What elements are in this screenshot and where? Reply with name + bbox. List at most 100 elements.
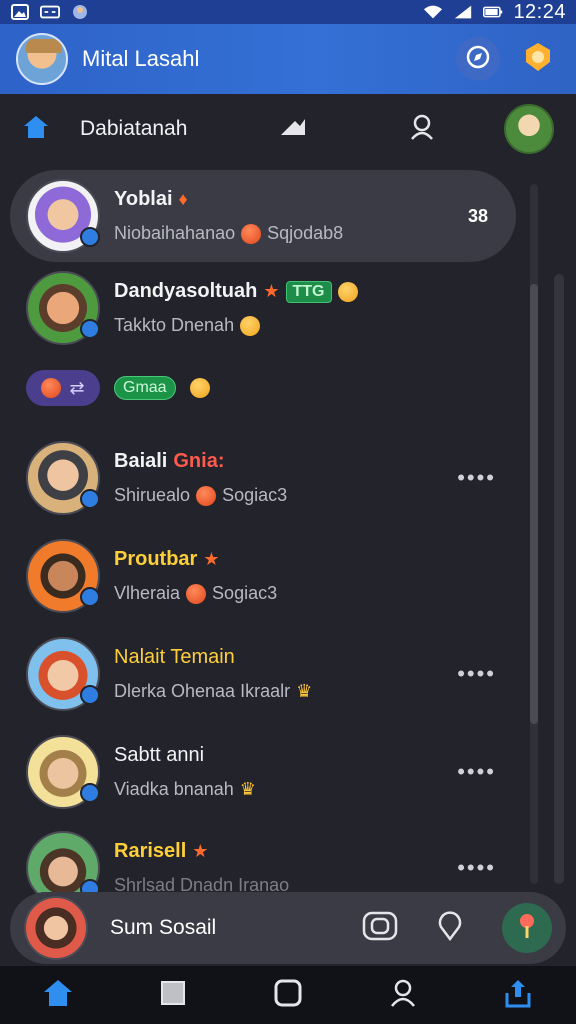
name-label: Sabtt anni xyxy=(114,744,205,766)
list-item-text: Proutbar ★ Vlheraia Sogiac3 xyxy=(114,548,516,604)
subtitle-extra: Sogiac3 xyxy=(222,485,288,505)
list-item-name: Proutbar ★ xyxy=(114,548,516,571)
list-item-subtitle: Shiruealo Sogiac3 xyxy=(114,485,457,506)
emoji-icon xyxy=(337,281,358,302)
emoji-icon xyxy=(241,223,262,244)
compass-chat-icon xyxy=(465,44,491,75)
more-options-icon[interactable]: •••• xyxy=(457,465,496,491)
more-options-icon[interactable]: •••• xyxy=(457,759,496,785)
subtitle-label: Dlerka Ohenaa Ikraalr xyxy=(114,681,291,701)
verified-icon xyxy=(80,489,100,509)
verified-icon xyxy=(80,227,100,247)
share-icon xyxy=(503,977,533,1014)
name-label: Baiali xyxy=(114,450,168,472)
list-item-subtitle: Takkto Dnenah xyxy=(114,315,516,336)
list-item-name: Dandyasoltuah ★ TTG xyxy=(114,280,516,303)
award-badge-button[interactable] xyxy=(516,37,560,81)
emoji-icon xyxy=(41,378,62,398)
map-pin-button[interactable] xyxy=(502,903,552,953)
list-item[interactable]: Baiali Gnia: Shiruealo Sogiac3 •••• xyxy=(10,432,516,524)
avatar xyxy=(26,637,100,711)
crown-icon: ♛ xyxy=(239,779,256,799)
home-icon[interactable] xyxy=(22,114,50,145)
instagram-button[interactable] xyxy=(358,906,402,950)
subtitle-label: Vlheraia xyxy=(114,583,181,603)
avatar xyxy=(26,441,100,515)
list-item-text: Nalait Temain Dlerka Ohenaa Ikraalr ♛ xyxy=(114,646,457,702)
status-chip[interactable]: Gmaa xyxy=(114,376,176,400)
subtitle-label: Takkto Dnenah xyxy=(114,315,235,335)
compass-chat-button[interactable] xyxy=(456,37,500,81)
list-item[interactable]: Nalait Temain Dlerka Ohenaa Ikraalr ♛ •••… xyxy=(10,628,516,720)
header-title: Mital Lasahl xyxy=(82,46,200,71)
emoji-icon xyxy=(196,485,217,506)
nav-profile[interactable] xyxy=(373,970,433,1020)
status-bar: 12:24 xyxy=(0,0,576,24)
name-label: Yoblai xyxy=(114,188,173,210)
instagram-icon xyxy=(362,911,398,946)
avatar xyxy=(26,179,100,253)
subtitle-label: Shiruealo xyxy=(114,485,191,505)
list-item-subtitle: Vlheraia Sogiac3 xyxy=(114,583,516,604)
user-avatar[interactable] xyxy=(16,33,68,85)
nav-square[interactable] xyxy=(258,970,318,1020)
location-button[interactable] xyxy=(428,906,472,950)
side-scroll-rail[interactable] xyxy=(554,274,564,884)
list-item[interactable]: Sabtt anni Viadka bnanah ♛ •••• xyxy=(10,726,516,818)
list-item-text: Sabtt anni Viadka bnanah ♛ xyxy=(114,744,457,800)
list-item[interactable]: Dandyasoltuah ★ TTG Takkto Dnenah xyxy=(10,262,516,354)
emoji-icon xyxy=(186,583,207,604)
list-item-text: Rarisell ★ Shrlsad Dnadn Iranao xyxy=(114,840,457,896)
more-options-icon[interactable]: •••• xyxy=(457,661,496,687)
crown-icon: ♛ xyxy=(296,681,313,701)
status-left xyxy=(10,4,90,20)
list-item-name: Sabtt anni xyxy=(114,744,457,767)
avatar xyxy=(26,271,100,345)
avatar xyxy=(26,735,100,809)
star-icon: ★ xyxy=(263,281,280,301)
notification-avatar-icon xyxy=(70,4,90,20)
list-item-subtitle: Viadka bnanah ♛ xyxy=(114,779,457,800)
unread-count: 38 xyxy=(467,205,488,226)
verified-icon xyxy=(80,319,100,339)
name-extra: Gnia: xyxy=(173,450,225,472)
scrollbar[interactable] xyxy=(530,184,538,884)
swap-icon: ⇄ xyxy=(69,377,85,398)
more-options-icon[interactable]: •••• xyxy=(457,855,496,881)
verified-icon xyxy=(80,783,100,803)
section-title: Dabiatanah xyxy=(80,117,188,140)
square-icon xyxy=(273,978,303,1013)
nav-home[interactable] xyxy=(28,970,88,1020)
list-item-name: Yoblai ♦ xyxy=(114,188,468,211)
verified-icon xyxy=(80,587,100,607)
scrollbar-thumb[interactable] xyxy=(530,284,538,724)
tag-badge: TTG xyxy=(285,280,332,303)
sub-navigation: Dabiatanah xyxy=(0,94,576,164)
mini-player-title: Sum Sosail xyxy=(110,916,217,939)
list-item-subtitle: Niobaihahanao Sqjodab8 xyxy=(114,223,468,244)
trend-arrow-icon[interactable] xyxy=(278,115,308,144)
fire-icon: ♦ xyxy=(178,189,188,209)
nav-stop[interactable] xyxy=(143,970,203,1020)
mini-player[interactable]: Sum Sosail xyxy=(10,892,566,964)
list-item-name: Baiali Gnia: xyxy=(114,450,457,473)
subtitle-extra: Sogiac3 xyxy=(212,583,278,603)
profile-icon[interactable] xyxy=(408,113,436,146)
signal-icon xyxy=(453,4,473,20)
list-item[interactable]: Yoblai ♦ Niobaihahanao Sqjodab8 38 xyxy=(10,170,516,262)
stop-icon xyxy=(159,979,187,1012)
conversation-list: Yoblai ♦ Niobaihahanao Sqjodab8 38 Dandyas… xyxy=(0,166,576,905)
emoji-icon xyxy=(189,378,210,398)
bottom-navigation xyxy=(0,966,576,1024)
nav-share[interactable] xyxy=(488,970,548,1020)
reaction-chip[interactable]: ⇄ xyxy=(26,370,100,406)
avatar xyxy=(26,539,100,613)
name-label: Proutbar xyxy=(114,548,198,570)
name-label: Nalait Temain xyxy=(114,646,235,668)
list-item[interactable]: Proutbar ★ Vlheraia Sogiac3 xyxy=(10,530,516,622)
emoji-icon xyxy=(240,315,261,336)
list-item-text: Baiali Gnia: Shiruealo Sogiac3 xyxy=(114,450,457,506)
rank-avatar[interactable] xyxy=(504,104,554,154)
list-item-text: Dandyasoltuah ★ TTG Takkto Dnenah xyxy=(114,280,516,336)
reaction-chip-row: ⇄ Gmaa xyxy=(26,370,210,406)
